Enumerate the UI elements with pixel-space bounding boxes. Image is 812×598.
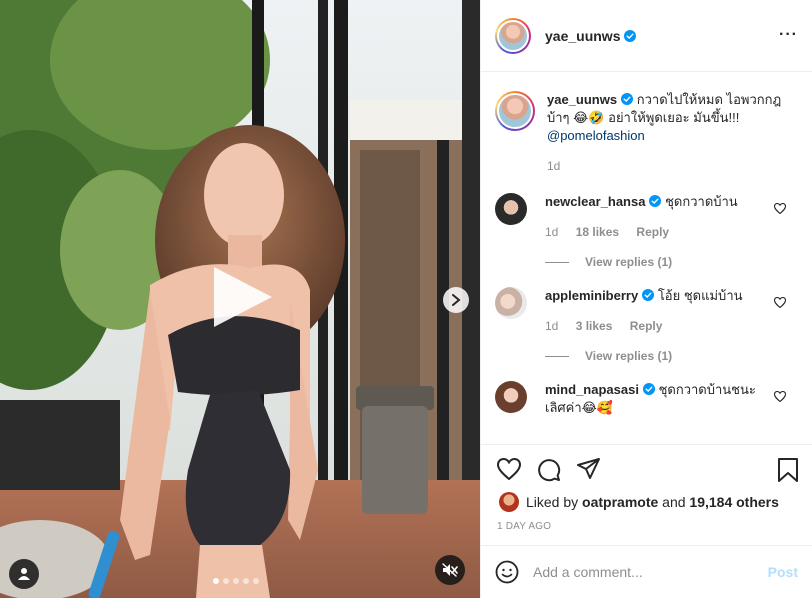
more-options-button[interactable]: ··· <box>779 26 798 44</box>
post-caption: yae_uunws กวาดไปให้หมด ไอพวกกฎ บ้าๆ 😂🤣 อ… <box>495 91 798 175</box>
view-replies-button[interactable]: View replies (1) <box>545 349 798 363</box>
like-comment-heart-icon[interactable] <box>774 297 786 308</box>
comment-avatar[interactable] <box>495 193 527 225</box>
verified-badge-icon <box>621 93 634 105</box>
tagged-users-button[interactable] <box>9 559 39 589</box>
liked-by-avatar[interactable] <box>499 492 519 512</box>
comment-username[interactable]: appleminiberry <box>545 288 638 303</box>
comment-input[interactable] <box>533 564 753 580</box>
caption-username[interactable]: yae_uunws <box>547 92 617 107</box>
liked-by-user[interactable]: oatpramote <box>582 494 658 510</box>
more-options-icon: ··· <box>779 26 798 43</box>
comment-bubble-icon[interactable] <box>537 458 561 482</box>
like-comment-heart-icon[interactable] <box>774 203 786 214</box>
comment-avatar[interactable] <box>495 381 527 413</box>
action-bar <box>481 444 812 494</box>
comment-avatar[interactable] <box>495 287 527 319</box>
caption-age[interactable]: 1d <box>547 159 560 173</box>
post-media[interactable] <box>0 0 480 598</box>
save-bookmark-icon[interactable] <box>777 458 799 482</box>
chevron-right-icon <box>452 294 461 306</box>
speaker-muted-icon <box>442 563 458 577</box>
comment-username[interactable]: newclear_hansa <box>545 194 645 209</box>
carousel-dot <box>253 578 259 584</box>
verified-badge-icon <box>649 195 662 207</box>
comment-likes[interactable]: 3 likes <box>576 319 613 333</box>
post-details-panel: yae_uunws ··· yae_uunws กวาดไปให้หมด ไอพ… <box>480 0 812 598</box>
mute-button[interactable] <box>435 555 465 585</box>
comment-likes[interactable]: 18 likes <box>576 225 619 239</box>
comment-item: appleminiberry โอ้ย ชุดแม่บ้าน 1d 3 like… <box>495 287 798 335</box>
post-comment-button[interactable]: Post <box>768 564 798 580</box>
emoji-icon[interactable] <box>495 560 519 584</box>
play-icon <box>214 267 272 327</box>
reply-button[interactable]: Reply <box>636 225 669 239</box>
comment-item: newclear_hansa ชุดกวาดบ้าน 1d 18 likes R… <box>495 193 798 241</box>
verified-badge-icon <box>642 383 655 395</box>
comment-age[interactable]: 1d <box>545 225 558 239</box>
author-avatar[interactable] <box>495 17 531 54</box>
author-username[interactable]: yae_uunws <box>545 28 637 44</box>
carousel-dot <box>243 578 249 584</box>
carousel-dot <box>223 578 229 584</box>
comment-text: ชุดกวาดบ้าน <box>665 194 738 209</box>
comment-composer: Post <box>481 545 812 598</box>
carousel-indicator <box>213 578 259 584</box>
comment-text: โอ้ย ชุดแม่บ้าน <box>657 288 743 303</box>
liked-by-summary: Liked by oatpramote and 19,184 others <box>499 492 779 512</box>
reply-button[interactable]: Reply <box>630 319 663 333</box>
post-timestamp[interactable]: 1 DAY AGO <box>497 521 551 532</box>
like-heart-icon[interactable] <box>497 458 521 480</box>
comments-list[interactable]: yae_uunws กวาดไปให้หมด ไอพวกกฎ บ้าๆ 😂🤣 อ… <box>481 73 812 441</box>
liked-by-and: and <box>662 494 686 510</box>
liked-by-prefix: Liked by <box>526 494 579 510</box>
verified-badge-icon <box>642 289 655 301</box>
post-header: yae_uunws ··· <box>481 0 812 72</box>
carousel-next-button[interactable] <box>443 287 469 313</box>
caption-avatar[interactable] <box>495 91 535 131</box>
carousel-dot <box>213 578 219 584</box>
share-paper-plane-icon[interactable] <box>577 458 601 480</box>
play-button[interactable] <box>208 263 276 331</box>
verified-badge-icon <box>624 29 637 42</box>
comment-item: mind_napasasi ชุดกวาดบ้านชนะเลิศค่า😂🥰 <box>495 381 798 417</box>
user-tag-icon <box>18 568 30 580</box>
view-replies-button[interactable]: View replies (1) <box>545 255 798 269</box>
caption-mention[interactable]: @pomelofashion <box>547 128 645 143</box>
comment-age[interactable]: 1d <box>545 319 558 333</box>
carousel-dot <box>233 578 239 584</box>
like-comment-heart-icon[interactable] <box>774 391 786 402</box>
comment-username[interactable]: mind_napasasi <box>545 382 639 397</box>
liked-by-others[interactable]: 19,184 others <box>689 494 779 510</box>
